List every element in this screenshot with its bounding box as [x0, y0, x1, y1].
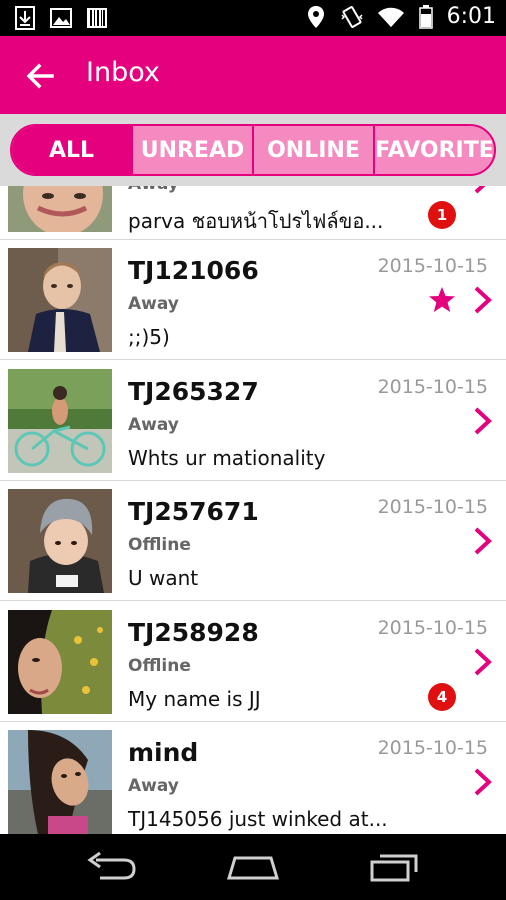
navigation-bar [0, 834, 506, 900]
message-preview: U want [128, 566, 199, 590]
avatar [8, 248, 112, 352]
status-bar-right: 6:01 [305, 4, 496, 29]
battery-icon [418, 4, 433, 29]
avatar [8, 610, 112, 714]
chevron-right-icon [474, 286, 492, 314]
chevron-right-icon [474, 407, 492, 435]
user-status: Offline [128, 535, 191, 555]
avatar [8, 186, 112, 232]
unread-badge: 1 [428, 201, 456, 229]
message-date: 2015-10-15 [377, 737, 488, 759]
username: TJ265327 [128, 377, 259, 406]
filter-tabs-area: ALL UNREAD ONLINE FAVORITE [0, 114, 506, 186]
user-status: Away [128, 776, 179, 796]
conversation-list[interactable]: Away parva ชอบหน้าโปรไฟล์ขอ... 1 TJ12106… [0, 186, 506, 834]
username: mind [128, 738, 199, 767]
home-nav-icon [226, 856, 280, 880]
user-status: Away [128, 294, 179, 314]
status-bar-left [14, 6, 108, 30]
arrow-back-icon [26, 63, 54, 89]
image-icon [50, 6, 72, 30]
location-icon [305, 5, 327, 29]
app-bar: Inbox [0, 36, 506, 114]
conversation-row[interactable]: TJ265327 2015-10-15 Away Whts ur mationa… [0, 361, 506, 481]
conversation-row[interactable]: Away parva ชอบหน้าโปรไฟล์ขอ... 1 [0, 186, 506, 240]
tab-all[interactable]: ALL [12, 126, 131, 174]
wifi-icon [377, 5, 405, 29]
download-icon [14, 6, 36, 30]
message-preview: My name is JJ [128, 687, 261, 711]
user-status: Away [128, 186, 179, 194]
status-time: 6:01 [446, 4, 496, 29]
message-preview: TJ145056 just winked at... [128, 807, 388, 831]
nav-home-button[interactable] [225, 850, 281, 884]
page-title: Inbox [86, 57, 160, 88]
message-date: 2015-10-15 [377, 255, 488, 277]
chevron-right-icon [474, 186, 486, 194]
filter-tabs: ALL UNREAD ONLINE FAVORITE [10, 124, 496, 176]
message-date: 2015-10-15 [377, 617, 488, 639]
chevron-right-icon [474, 768, 492, 796]
chevron-right-icon [474, 527, 492, 555]
conversation-row[interactable]: TJ121066 2015-10-15 Away ;;)5) [0, 240, 506, 360]
unread-badge: 4 [428, 683, 456, 711]
username: TJ121066 [128, 256, 259, 285]
nav-back-button[interactable] [84, 850, 140, 884]
message-preview: ;;)5) [128, 325, 170, 349]
user-status: Offline [128, 656, 191, 676]
message-preview: Whts ur mationality [128, 446, 326, 470]
back-nav-icon [87, 851, 136, 880]
conversation-row[interactable]: mind 2015-10-15 Away TJ145056 just winke… [0, 722, 506, 834]
conversation-row[interactable]: TJ258928 2015-10-15 Offline My name is J… [0, 602, 506, 722]
user-status: Away [128, 415, 179, 435]
back-button[interactable] [22, 58, 58, 94]
message-date: 2015-10-15 [377, 496, 488, 518]
nav-recents-button[interactable] [366, 850, 422, 884]
username: TJ258928 [128, 618, 259, 647]
tab-online[interactable]: ONLINE [252, 126, 373, 174]
favorite-star-icon[interactable] [428, 286, 456, 314]
barcode-icon [86, 6, 108, 30]
tab-favorite[interactable]: FAVORITE [373, 126, 494, 174]
message-preview: parva ชอบหน้าโปรไฟล์ขอ... [128, 209, 384, 233]
avatar [8, 730, 112, 834]
screen: 6:01 Inbox ALL UNREAD ONLINE FAVORITE Aw… [0, 0, 506, 900]
message-date: 2015-10-15 [377, 376, 488, 398]
avatar [8, 489, 112, 593]
vibrate-icon [341, 5, 363, 29]
status-bar: 6:01 [0, 0, 506, 36]
recents-nav-icon [370, 854, 418, 882]
conversation-row[interactable]: TJ257671 2015-10-15 Offline U want [0, 481, 506, 601]
username: TJ257671 [128, 497, 259, 526]
chevron-right-icon [474, 648, 492, 676]
tab-unread[interactable]: UNREAD [131, 126, 252, 174]
avatar [8, 369, 112, 473]
